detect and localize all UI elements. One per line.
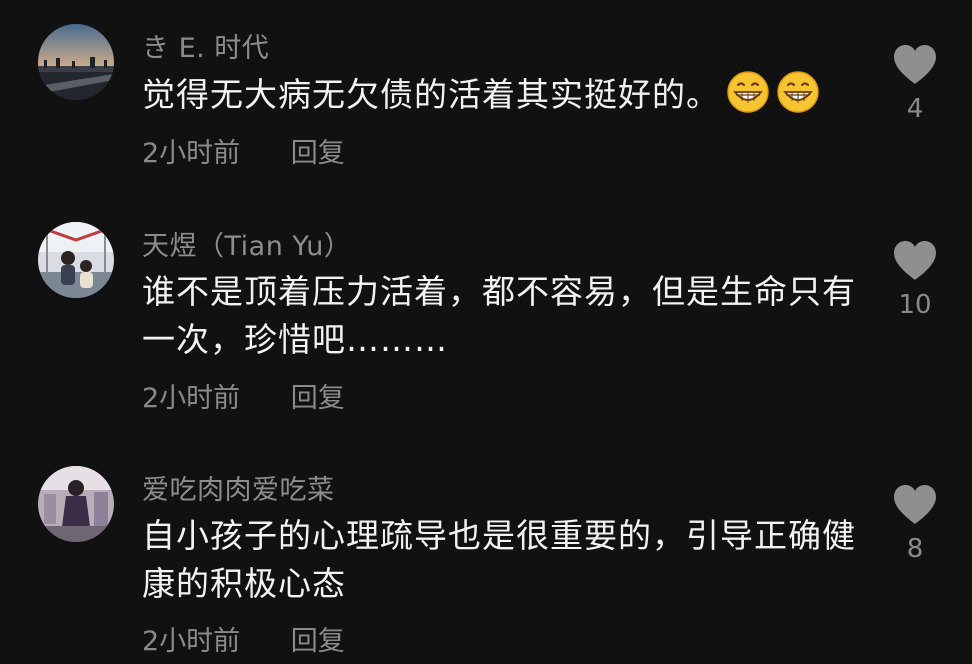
like-button[interactable]: 8 [886, 484, 944, 564]
avatar[interactable] [38, 466, 114, 542]
avatar-image [38, 24, 114, 100]
comment-meta: 2小时前 回复 [142, 131, 345, 170]
like-count: 4 [906, 94, 924, 124]
comment-time: 2小时前 [142, 138, 241, 169]
reply-button[interactable]: 回复 [291, 619, 345, 658]
comment-time: 2小时前 [142, 626, 241, 657]
grinning-face-icon [726, 70, 770, 114]
comment-text: 觉得无大病无欠债的活着其实挺好的。 [142, 70, 872, 119]
avatar[interactable] [38, 222, 114, 298]
comment-username[interactable]: 爱吃肉肉爱吃菜 [142, 468, 335, 507]
reply-button[interactable]: 回复 [291, 376, 345, 415]
comment-text: 自小孩子的心理疏导也是很重要的，引导正确健康的积极心态 [142, 512, 872, 608]
like-count: 10 [898, 290, 932, 320]
avatar-image [38, 466, 114, 542]
avatar[interactable] [38, 24, 114, 100]
comment-text-content: 觉得无大病无欠债的活着其实挺好的。 [142, 75, 720, 114]
heart-icon [894, 241, 936, 280]
comment-username[interactable]: き E. 时代 [142, 26, 269, 65]
like-button[interactable]: 4 [886, 44, 944, 124]
reply-button[interactable]: 回复 [291, 131, 345, 170]
grinning-face-icon [776, 70, 820, 114]
like-button[interactable]: 10 [886, 240, 944, 320]
comment-text: 谁不是顶着压力活着，都不容易，但是生命只有一次，珍惜吧……… [142, 268, 872, 364]
avatar-image [38, 222, 114, 298]
heart-icon [894, 485, 936, 524]
comment-list: き E. 时代 觉得无大病无欠债的活着其实挺好的。 2小时前 回复 4 天煜（T… [0, 0, 972, 664]
comment-time: 2小时前 [142, 383, 241, 414]
comment-meta: 2小时前 回复 [142, 376, 345, 415]
like-count: 8 [906, 534, 924, 564]
heart-icon [894, 45, 936, 84]
comment-meta: 2小时前 回复 [142, 619, 345, 658]
comment-username[interactable]: 天煜（Tian Yu） [142, 224, 351, 263]
comment-text-content: 谁不是顶着压力活着，都不容易，但是生命只有一次，珍惜吧……… [142, 272, 856, 359]
comment-text-content: 自小孩子的心理疏导也是很重要的，引导正确健康的积极心态 [142, 516, 856, 603]
